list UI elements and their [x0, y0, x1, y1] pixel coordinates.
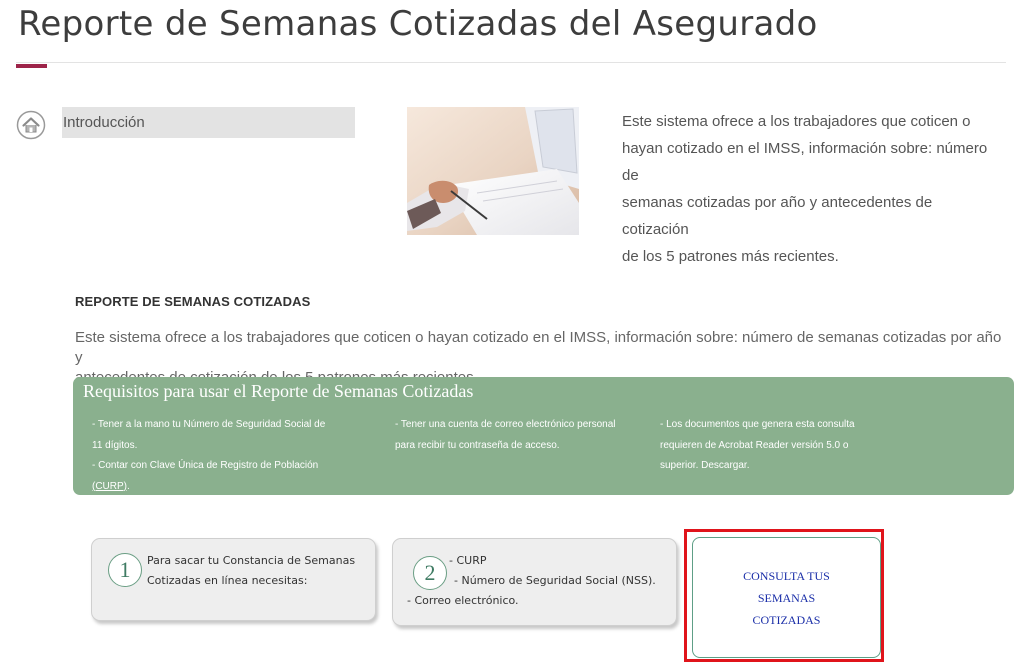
- requirement-text: (CURP).: [92, 477, 362, 498]
- curp-link[interactable]: (CURP): [92, 481, 127, 492]
- consulta-label-line: CONSULTA TUS: [743, 568, 830, 583]
- requirement-column: - Tener a la mano tu Número de Seguridad…: [92, 415, 362, 497]
- download-link[interactable]: superior. Descargar.: [660, 456, 920, 477]
- requirement-column: - Los documentos que genera esta consult…: [660, 415, 920, 477]
- step-card-1: 1 Para sacar tu Constancia de Semanas Co…: [91, 538, 376, 621]
- step-line: - CURP: [449, 554, 487, 567]
- requirement-text: para recibir tu contraseña de acceso.: [395, 439, 560, 451]
- step-line: - Correo electrónico.: [407, 594, 519, 607]
- requirement-text: - Tener a la mano tu Número de Seguridad…: [92, 419, 326, 430]
- consulta-label: CONSULTA TUS SEMANAS COTIZADAS: [743, 565, 830, 631]
- step-line: - Número de Seguridad Social (NSS).: [454, 574, 656, 587]
- step-line: Para sacar tu Constancia de Semanas: [147, 554, 356, 567]
- step-text: Para sacar tu Constancia de Semanas Coti…: [147, 551, 355, 591]
- intro-line: semanas cotizadas por año y antecedentes…: [622, 194, 933, 238]
- intro-line: de los 5 patrones más recientes.: [622, 248, 839, 265]
- step-number-badge: 2: [413, 556, 447, 590]
- step-number-badge: 1: [108, 553, 142, 587]
- requirement-column: - Tener una cuenta de correo electrónico…: [395, 415, 655, 456]
- requirement-text: requieren de Acrobat Reader versión 5.0 …: [660, 439, 849, 451]
- intro-line: Este sistema ofrece a los trabajadores q…: [622, 113, 971, 130]
- section-heading: REPORTE DE SEMANAS COTIZADAS: [75, 294, 311, 309]
- intro-line: hayan cotizado en el IMSS, información s…: [622, 140, 988, 184]
- consulta-label-line: COTIZADAS: [752, 612, 821, 627]
- requirement-text: - Tener una cuenta de correo electrónico…: [395, 419, 616, 430]
- home-icon[interactable]: [16, 110, 46, 140]
- page-title: Reporte de Semanas Cotizadas del Asegura…: [18, 4, 818, 44]
- requirement-text: - Contar con Clave Única de Registro de …: [92, 460, 319, 471]
- step-line: Cotizadas en línea necesitas:: [147, 574, 308, 587]
- requirements-title: Requisitos para usar el Reporte de Seman…: [83, 381, 474, 401]
- requirement-text: 11 dígitos.: [92, 439, 138, 451]
- title-accent-bar: [16, 64, 47, 68]
- requirement-punctuation: .: [127, 480, 130, 492]
- sidebar-item-introduccion[interactable]: Introducción: [62, 107, 355, 138]
- consulta-label-line: SEMANAS: [757, 590, 816, 605]
- consulta-semanas-button[interactable]: CONSULTA TUS SEMANAS COTIZADAS: [692, 537, 881, 658]
- requirement-text: - Los documentos que genera esta consult…: [660, 419, 855, 430]
- section-line: Este sistema ofrece a los trabajadores q…: [75, 329, 1002, 366]
- title-divider: [16, 62, 1006, 63]
- office-photo: [407, 107, 579, 235]
- intro-description: Este sistema ofrece a los trabajadores q…: [622, 108, 1002, 270]
- step-card-2: 2 - CURP - Número de Seguridad Social (N…: [392, 538, 677, 626]
- sidebar-item-label: Introducción: [63, 114, 145, 131]
